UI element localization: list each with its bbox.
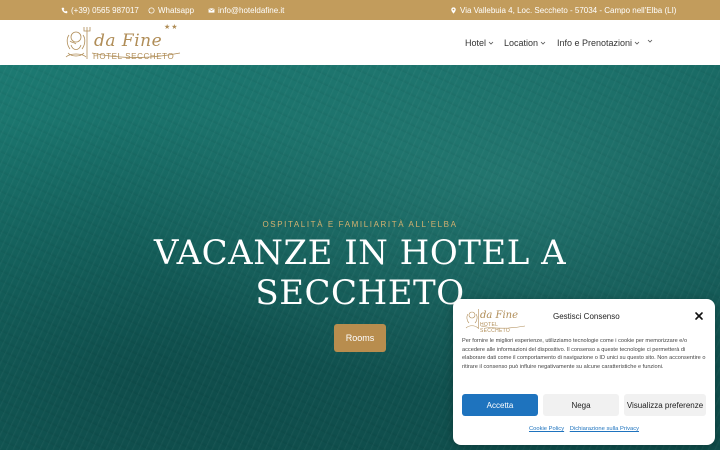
chevron-down-icon <box>634 40 640 46</box>
envelope-icon <box>208 7 215 14</box>
nav-item-hotel[interactable]: Hotel <box>465 38 494 48</box>
logo-hotel-name: HOTEL SECCHETO <box>93 52 175 61</box>
accept-button[interactable]: Accetta <box>462 394 538 416</box>
email-text: info@hoteldafine.it <box>218 6 285 15</box>
address-link[interactable]: Via Vallebuia 4, Loc. Seccheto - 57034 -… <box>450 6 676 15</box>
logo-script-text: da Fine <box>94 31 163 51</box>
hero-title-line-1: VACANZE IN HOTEL A <box>153 233 567 273</box>
logo-stars: ★★ <box>164 24 179 31</box>
hero-subtitle: OSPITALITÀ E FAMILIARITÀ ALL'ELBA <box>262 220 458 229</box>
site-logo[interactable]: da Fine HOTEL SECCHETO ★★ <box>60 23 185 63</box>
phone-link[interactable]: (+39) 0565 987017 <box>61 6 139 15</box>
whatsapp-text: Whatsapp <box>158 6 195 15</box>
nav-item-label: Location <box>504 38 539 48</box>
whatsapp-link[interactable]: Whatsapp <box>148 6 194 15</box>
cookie-consent-dialog: da Fine HOTEL SECCHETO Gestisci Consenso… <box>453 299 715 445</box>
consent-logo-script: da Fine <box>480 310 519 321</box>
consent-title: Gestisci Consenso <box>553 312 620 321</box>
nav-item-location[interactable]: Location <box>504 38 546 48</box>
close-icon[interactable] <box>694 311 704 321</box>
site-header: da Fine HOTEL SECCHETO ★★ Hotel Location… <box>0 20 720 65</box>
chevron-down-icon <box>540 40 546 46</box>
view-preferences-button[interactable]: Visualizza preferenze <box>624 394 706 416</box>
deny-button[interactable]: Nega <box>543 394 619 416</box>
consent-logo: da Fine HOTEL SECCHETO <box>463 307 527 334</box>
consent-links: Cookie Policy Dichiarazione sulla Privac… <box>453 426 715 432</box>
chevron-down-icon <box>647 38 653 44</box>
nav-item-info-prenotazioni[interactable]: Info e Prenotazioni <box>557 38 640 48</box>
consent-logo-name: HOTEL SECCHETO <box>480 322 511 334</box>
nav-item-label: Hotel <box>465 38 487 48</box>
address-text: Via Vallebuia 4, Loc. Seccheto - 57034 -… <box>460 6 677 15</box>
chevron-down-icon <box>488 40 494 46</box>
language-dropdown[interactable] <box>647 38 653 44</box>
top-bar: (+39) 0565 987017 Whatsapp info@hoteldaf… <box>0 0 720 20</box>
consent-message: Per fornire le migliori esperienze, util… <box>462 338 706 370</box>
email-link[interactable]: info@hoteldafine.it <box>208 6 284 15</box>
cookie-policy-link[interactable]: Cookie Policy <box>529 426 564 432</box>
privacy-statement-link[interactable]: Dichiarazione sulla Privacy <box>570 426 639 432</box>
map-pin-icon <box>450 7 457 14</box>
phone-text: (+39) 0565 987017 <box>71 6 139 15</box>
phone-icon <box>61 7 68 14</box>
whatsapp-icon <box>148 7 155 14</box>
rooms-button[interactable]: Rooms <box>334 324 386 352</box>
nav-item-label: Info e Prenotazioni <box>557 38 633 48</box>
